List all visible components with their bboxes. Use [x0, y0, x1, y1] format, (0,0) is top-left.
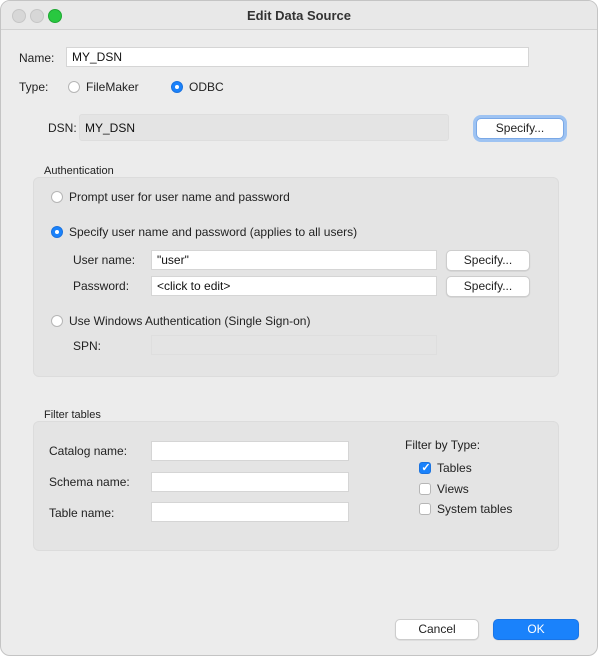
table-name-field[interactable]: [151, 502, 349, 522]
schema-name-label: Schema name:: [49, 475, 130, 489]
name-field[interactable]: MY_DSN: [66, 47, 529, 67]
filter-by-type-label: Filter by Type:: [405, 438, 481, 452]
dsn-field: MY_DSN: [79, 114, 449, 141]
edit-data-source-window: Edit Data Source Name: MY_DSN Type: File…: [0, 0, 598, 656]
catalog-name-label: Catalog name:: [49, 444, 128, 458]
password-specify-button[interactable]: Specify...: [446, 276, 530, 297]
type-label: Type:: [19, 80, 49, 94]
type-filemaker-radio[interactable]: [68, 81, 80, 93]
dsn-label: DSN:: [48, 121, 77, 135]
dsn-specify-button[interactable]: Specify...: [476, 118, 564, 139]
tables-label: Tables: [437, 461, 472, 475]
views-checkbox[interactable]: [419, 483, 431, 495]
system-tables-checkbox[interactable]: [419, 503, 431, 515]
windows-auth-label: Use Windows Authentication (Single Sign-…: [69, 314, 311, 328]
window-title: Edit Data Source: [246, 8, 352, 23]
catalog-name-field[interactable]: [151, 441, 349, 461]
table-name-label: Table name:: [49, 506, 115, 520]
username-label: User name:: [73, 253, 136, 267]
password-label: Password:: [73, 279, 130, 293]
authentication-title: Authentication: [44, 165, 114, 177]
name-label: Name:: [19, 51, 55, 65]
type-odbc-label: ODBC: [189, 80, 224, 94]
prompt-user-label: Prompt user for user name and password: [69, 190, 290, 204]
type-filemaker-label: FileMaker: [86, 80, 139, 94]
password-field[interactable]: <click to edit>: [151, 276, 437, 296]
windows-auth-radio[interactable]: [51, 315, 63, 327]
system-tables-label: System tables: [437, 502, 513, 516]
specify-credentials-radio[interactable]: [51, 226, 63, 238]
cancel-button[interactable]: Cancel: [395, 619, 479, 640]
username-field[interactable]: "user": [151, 250, 437, 270]
filter-tables-title: Filter tables: [44, 409, 101, 421]
title-bar: Edit Data Source: [1, 1, 597, 30]
spn-label: SPN:: [73, 339, 102, 353]
schema-name-field[interactable]: [151, 472, 349, 492]
specify-credentials-label: Specify user name and password (applies …: [69, 225, 358, 239]
prompt-user-radio[interactable]: [51, 191, 63, 203]
type-odbc-radio[interactable]: [171, 81, 183, 93]
views-label: Views: [437, 482, 469, 496]
ok-button[interactable]: OK: [493, 619, 579, 640]
spn-field: [151, 335, 437, 355]
username-specify-button[interactable]: Specify...: [446, 250, 530, 271]
tables-checkbox[interactable]: ✓: [419, 462, 431, 474]
checkmark-icon: ✓: [421, 462, 431, 474]
